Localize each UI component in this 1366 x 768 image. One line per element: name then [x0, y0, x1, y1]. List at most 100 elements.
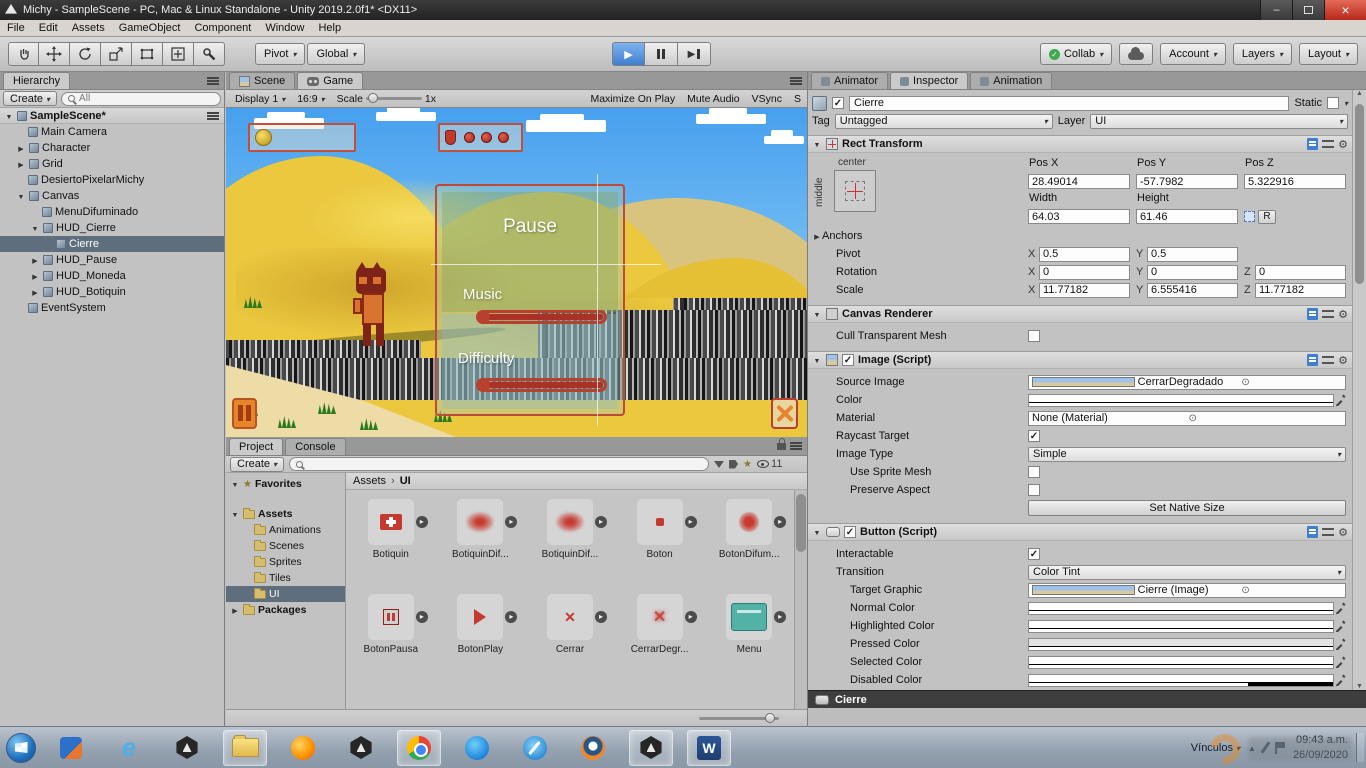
- hierarchy-item-hud-botiquin[interactable]: HUD_Botiquin: [0, 284, 224, 300]
- tab-animator[interactable]: Animator: [811, 72, 889, 89]
- pivot-toggle-button[interactable]: Pivot: [255, 43, 306, 65]
- object-picker-icon[interactable]: [1241, 377, 1342, 388]
- cloud-button[interactable]: [1119, 43, 1154, 65]
- foldout-down-icon[interactable]: [4, 110, 14, 122]
- asset-tile[interactable]: Botiquin: [346, 499, 436, 594]
- minimize-button[interactable]: [1260, 0, 1292, 20]
- project-create-button[interactable]: Create: [230, 456, 285, 472]
- target-graphic-field[interactable]: Cierre (Image): [1028, 582, 1346, 598]
- hierarchy-item-canvas[interactable]: Canvas: [0, 188, 224, 204]
- presets-icon[interactable]: [1322, 356, 1335, 364]
- taskbar-word[interactable]: [687, 729, 731, 766]
- pause-button[interactable]: [645, 42, 678, 66]
- taskbar-clock[interactable]: 09:43 a.m. 26/09/2020: [1293, 733, 1348, 762]
- expand-badge-icon[interactable]: [774, 611, 787, 623]
- scale-slider[interactable]: [365, 93, 422, 103]
- action-center-flag-icon[interactable]: [1274, 741, 1285, 754]
- button-enabled-checkbox[interactable]: [844, 526, 856, 538]
- account-dropdown[interactable]: Account: [1160, 43, 1226, 65]
- taskbar-blender[interactable]: [571, 730, 615, 766]
- layout-dropdown[interactable]: Layout: [1298, 43, 1358, 65]
- zoom-slider-knob[interactable]: [765, 712, 775, 723]
- button-header[interactable]: Button (Script): [808, 524, 1352, 541]
- menu-assets[interactable]: Assets: [65, 21, 112, 35]
- aspect-ratio-dropdown[interactable]: 16:9: [292, 93, 329, 105]
- rotation-y-field[interactable]: [1147, 264, 1238, 280]
- expand-badge-icon[interactable]: [505, 611, 518, 623]
- step-button[interactable]: [678, 42, 711, 66]
- move-tool-button[interactable]: [39, 42, 70, 66]
- eyedropper-icon[interactable]: [1334, 638, 1346, 650]
- taskbar-firefox[interactable]: [281, 730, 325, 766]
- tree-item-packages[interactable]: Packages: [226, 602, 345, 618]
- pivot-x-field[interactable]: [1039, 246, 1130, 262]
- layers-dropdown[interactable]: Layers: [1232, 43, 1292, 65]
- pos-x-field[interactable]: [1028, 174, 1130, 189]
- expand-badge-icon[interactable]: [415, 516, 428, 528]
- tree-item-assets[interactable]: Assets: [226, 506, 345, 522]
- display-dropdown[interactable]: Display 1: [230, 93, 290, 105]
- foldout-down-icon[interactable]: [812, 354, 822, 366]
- chevron-down-icon[interactable]: [1344, 97, 1348, 109]
- scrollbar-down-arrow-icon[interactable]: [1353, 683, 1366, 690]
- game-pause-button[interactable]: [232, 398, 257, 429]
- difficulty-slider[interactable]: [476, 378, 607, 392]
- project-scrollbar[interactable]: [794, 490, 807, 709]
- expand-badge-icon[interactable]: [684, 516, 697, 528]
- anchor-preset-box[interactable]: [834, 170, 876, 212]
- expand-badge-icon[interactable]: [415, 611, 428, 623]
- menu-edit[interactable]: Edit: [32, 21, 65, 35]
- panel-menu-icon[interactable]: [790, 442, 802, 450]
- custom-tool-button[interactable]: [194, 42, 225, 66]
- hierarchy-item-hud-pause[interactable]: HUD_Pause: [0, 252, 224, 268]
- canvas-renderer-header[interactable]: Canvas Renderer: [808, 306, 1352, 323]
- foldout-down-icon[interactable]: [230, 478, 240, 490]
- hierarchy-item-main-camera[interactable]: Main Camera: [0, 124, 224, 140]
- scale-tool-button[interactable]: [101, 42, 132, 66]
- links-toolbar[interactable]: Vínculos: [1191, 742, 1240, 754]
- tree-item-sprites[interactable]: Sprites: [226, 554, 345, 570]
- presets-icon[interactable]: [1322, 310, 1335, 318]
- hierarchy-item-grid[interactable]: Grid: [0, 156, 224, 172]
- hierarchy-item-menudifuminado[interactable]: MenuDifuminado: [0, 204, 224, 220]
- foldout-down-icon[interactable]: [812, 308, 822, 320]
- tree-item-tiles[interactable]: Tiles: [226, 570, 345, 586]
- scale-y-field[interactable]: [1147, 282, 1238, 298]
- tree-item-animations[interactable]: Animations: [226, 522, 345, 538]
- foldout-right-icon[interactable]: [30, 286, 40, 298]
- maximize-button[interactable]: [1292, 0, 1324, 20]
- eyedropper-icon[interactable]: [1334, 602, 1346, 614]
- normal-color-swatch[interactable]: [1028, 601, 1334, 615]
- panel-menu-icon[interactable]: [790, 76, 802, 85]
- interactable-checkbox[interactable]: [1028, 548, 1040, 560]
- hierarchy-item-eventsystem[interactable]: EventSystem: [0, 300, 224, 316]
- image-enabled-checkbox[interactable]: [842, 354, 854, 366]
- pivot-y-field[interactable]: [1147, 246, 1238, 262]
- tag-dropdown[interactable]: Untagged: [834, 113, 1053, 129]
- rect-transform-header[interactable]: Rect Transform: [808, 136, 1352, 153]
- tree-item-ui-selected[interactable]: UI: [226, 586, 345, 602]
- scene-menu-icon[interactable]: [207, 111, 219, 120]
- tree-item-scenes[interactable]: Scenes: [226, 538, 345, 554]
- tab-console[interactable]: Console: [285, 438, 346, 455]
- scale-slider-knob[interactable]: [367, 93, 378, 103]
- disabled-color-swatch[interactable]: [1028, 673, 1334, 687]
- tab-hierarchy[interactable]: Hierarchy: [3, 72, 71, 89]
- active-checkbox[interactable]: [832, 97, 844, 109]
- thumbnail-zoom-slider[interactable]: [699, 712, 779, 723]
- eyedropper-icon[interactable]: [1334, 656, 1346, 668]
- eyedropper-icon[interactable]: [1334, 394, 1346, 406]
- mute-audio-toggle[interactable]: Mute Audio: [687, 93, 740, 105]
- breadcrumb-assets[interactable]: Assets: [353, 475, 386, 487]
- highlighted-color-swatch[interactable]: [1028, 619, 1334, 633]
- hidden-icons-chevron-icon[interactable]: [1248, 742, 1256, 754]
- taskbar-unity-1[interactable]: [165, 730, 209, 766]
- expand-badge-icon[interactable]: [684, 611, 697, 623]
- tab-game[interactable]: Game: [297, 72, 364, 89]
- taskbar-unity-3[interactable]: [629, 729, 673, 766]
- menu-window[interactable]: Window: [258, 21, 311, 35]
- foldout-right-icon[interactable]: [16, 158, 26, 170]
- sprite-mesh-checkbox[interactable]: [1028, 466, 1040, 478]
- image-header[interactable]: Image (Script): [808, 352, 1352, 369]
- hierarchy-search-input[interactable]: All: [61, 91, 221, 106]
